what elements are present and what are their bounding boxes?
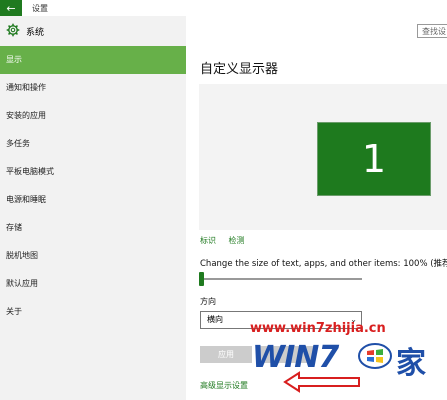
sidebar: 系统 显示 通知和操作 安装的应用 多任务 平板电脑模式 电源和睡眠 存储 脱机… xyxy=(0,16,186,400)
red-arrow-icon xyxy=(283,371,360,393)
window-title: 设置 xyxy=(32,4,48,13)
detect-link[interactable]: 检测 xyxy=(229,236,245,245)
sidebar-item-multitasking[interactable]: 多任务 xyxy=(0,130,186,158)
sidebar-item-tablet-mode[interactable]: 平板电脑模式 xyxy=(0,158,186,186)
identify-link[interactable]: 标识 xyxy=(200,236,216,245)
sidebar-nav: 显示 通知和操作 安装的应用 多任务 平板电脑模式 电源和睡眠 存储 脱机地图 … xyxy=(0,46,186,326)
orientation-value: 横向 xyxy=(207,315,223,324)
watermark-logo-cn: 家 xyxy=(396,346,426,381)
orientation-label: 方向 xyxy=(200,297,216,306)
advanced-display-settings-link[interactable]: 高级显示设置 xyxy=(200,380,248,391)
sidebar-item-storage[interactable]: 存储 xyxy=(0,214,186,242)
title-bar: ← 设置 xyxy=(0,0,447,16)
sidebar-item-about[interactable]: 关于 xyxy=(0,298,186,326)
scale-slider-thumb[interactable] xyxy=(199,272,204,286)
section-header: 系统 xyxy=(0,16,186,46)
gear-icon xyxy=(6,23,20,37)
sidebar-item-notifications[interactable]: 通知和操作 xyxy=(0,74,186,102)
sidebar-item-power-sleep[interactable]: 电源和睡眠 xyxy=(0,186,186,214)
section-title: 系统 xyxy=(26,28,45,38)
back-button[interactable]: ← xyxy=(0,0,22,16)
watermark-url: www.win7zhijia.cn xyxy=(250,321,386,336)
apply-button[interactable]: 应用 xyxy=(200,346,252,363)
scale-label: Change the size of text, apps, and other… xyxy=(200,259,447,269)
scale-slider-track[interactable] xyxy=(202,278,362,280)
display-preview: 1 xyxy=(199,84,447,230)
sidebar-item-offline-maps[interactable]: 脱机地图 xyxy=(0,242,186,270)
back-arrow-icon: ← xyxy=(6,1,16,15)
display-links: 标识 检测 xyxy=(200,235,255,246)
search-input[interactable]: 查找设 xyxy=(417,24,447,38)
page-title: 自定义显示器 xyxy=(200,62,279,77)
sidebar-item-apps[interactable]: 安装的应用 xyxy=(0,102,186,130)
sidebar-item-display[interactable]: 显示 xyxy=(0,46,186,74)
sidebar-item-default-apps[interactable]: 默认应用 xyxy=(0,270,186,298)
monitor-tile[interactable]: 1 xyxy=(317,122,431,196)
windows-flag-icon xyxy=(358,343,392,369)
